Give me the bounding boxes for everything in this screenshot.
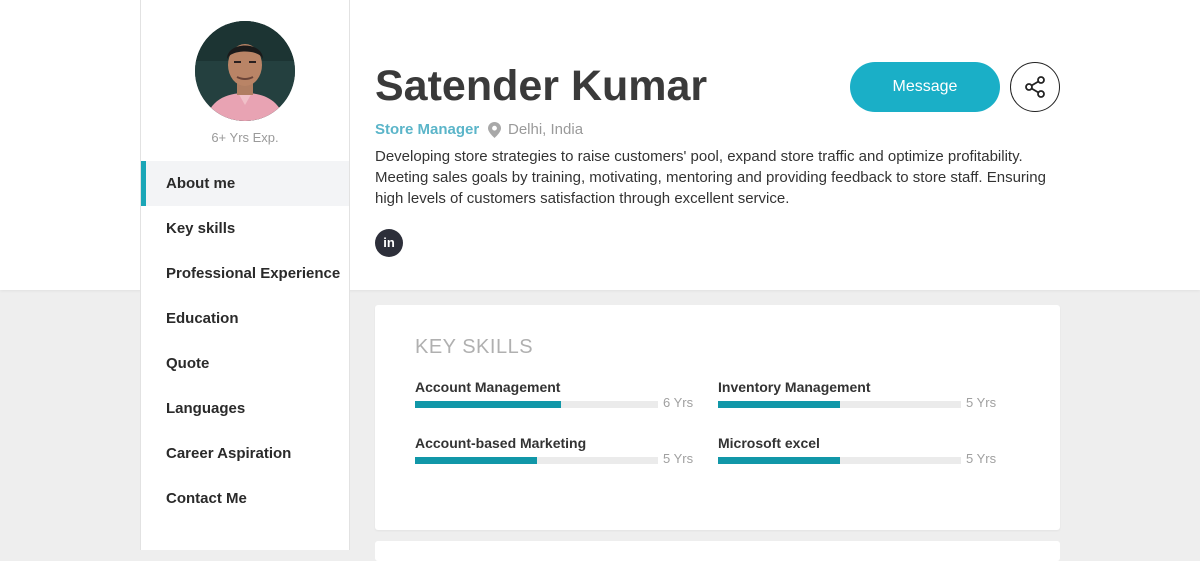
linkedin-icon[interactable]: in [375, 229, 403, 257]
nav-item-languages[interactable]: Languages [141, 386, 349, 431]
nav-item-key-skills[interactable]: Key skills [141, 206, 349, 251]
location: Delhi, India [488, 121, 583, 138]
skill-bar [718, 401, 961, 408]
section-nav: About me Key skills Professional Experie… [141, 161, 349, 521]
avatar-photo [195, 21, 295, 121]
skill-bar-fill [718, 401, 840, 408]
skill-item: Account Management 6 Yrs [415, 379, 695, 410]
skill-bar [415, 401, 658, 408]
skill-name: Account-based Marketing [415, 435, 587, 451]
skill-item: Microsoft excel 5 Yrs [718, 435, 998, 466]
next-section-card [375, 541, 1060, 561]
skill-bar [718, 457, 961, 464]
share-button[interactable] [1010, 62, 1060, 112]
nav-item-about-me[interactable]: About me [141, 161, 349, 206]
sidebar: 6+ Yrs Exp. About me Key skills Professi… [140, 0, 350, 550]
message-button[interactable]: Message [850, 62, 1000, 112]
nav-item-contact-me[interactable]: Contact Me [141, 476, 349, 521]
skill-years: 5 Yrs [663, 451, 694, 466]
location-text: Delhi, India [508, 121, 584, 138]
skill-item: Account-based Marketing 5 Yrs [415, 435, 695, 466]
skill-years: 5 Yrs [966, 451, 997, 466]
nav-item-education[interactable]: Education [141, 296, 349, 341]
map-pin-icon [488, 121, 501, 138]
skill-item: Inventory Management 5 Yrs [718, 379, 998, 410]
skill-bar-fill [415, 401, 561, 408]
profile-name: Satender Kumar [375, 62, 708, 110]
job-title: Store Manager [375, 121, 480, 138]
skill-bar [415, 457, 658, 464]
key-skills-card: KEY SKILLS Account Management 6 Yrs Inve… [375, 305, 1060, 530]
skill-bar-fill [718, 457, 840, 464]
skill-name: Microsoft excel [718, 435, 820, 451]
share-icon [1025, 76, 1045, 98]
experience-label: 6+ Yrs Exp. [211, 130, 279, 145]
nav-item-quote[interactable]: Quote [141, 341, 349, 386]
skill-name: Account Management [415, 379, 561, 395]
skill-years: 5 Yrs [966, 395, 997, 410]
skill-name: Inventory Management [718, 379, 871, 395]
avatar [195, 21, 295, 121]
nav-item-career-aspiration[interactable]: Career Aspiration [141, 431, 349, 476]
key-skills-title: KEY SKILLS [415, 336, 534, 358]
skill-bar-fill [415, 457, 537, 464]
nav-item-professional-experience[interactable]: Professional Experience [141, 251, 349, 296]
profile-bio: Developing store strategies to raise cus… [375, 148, 1046, 207]
skill-years: 6 Yrs [663, 395, 694, 410]
